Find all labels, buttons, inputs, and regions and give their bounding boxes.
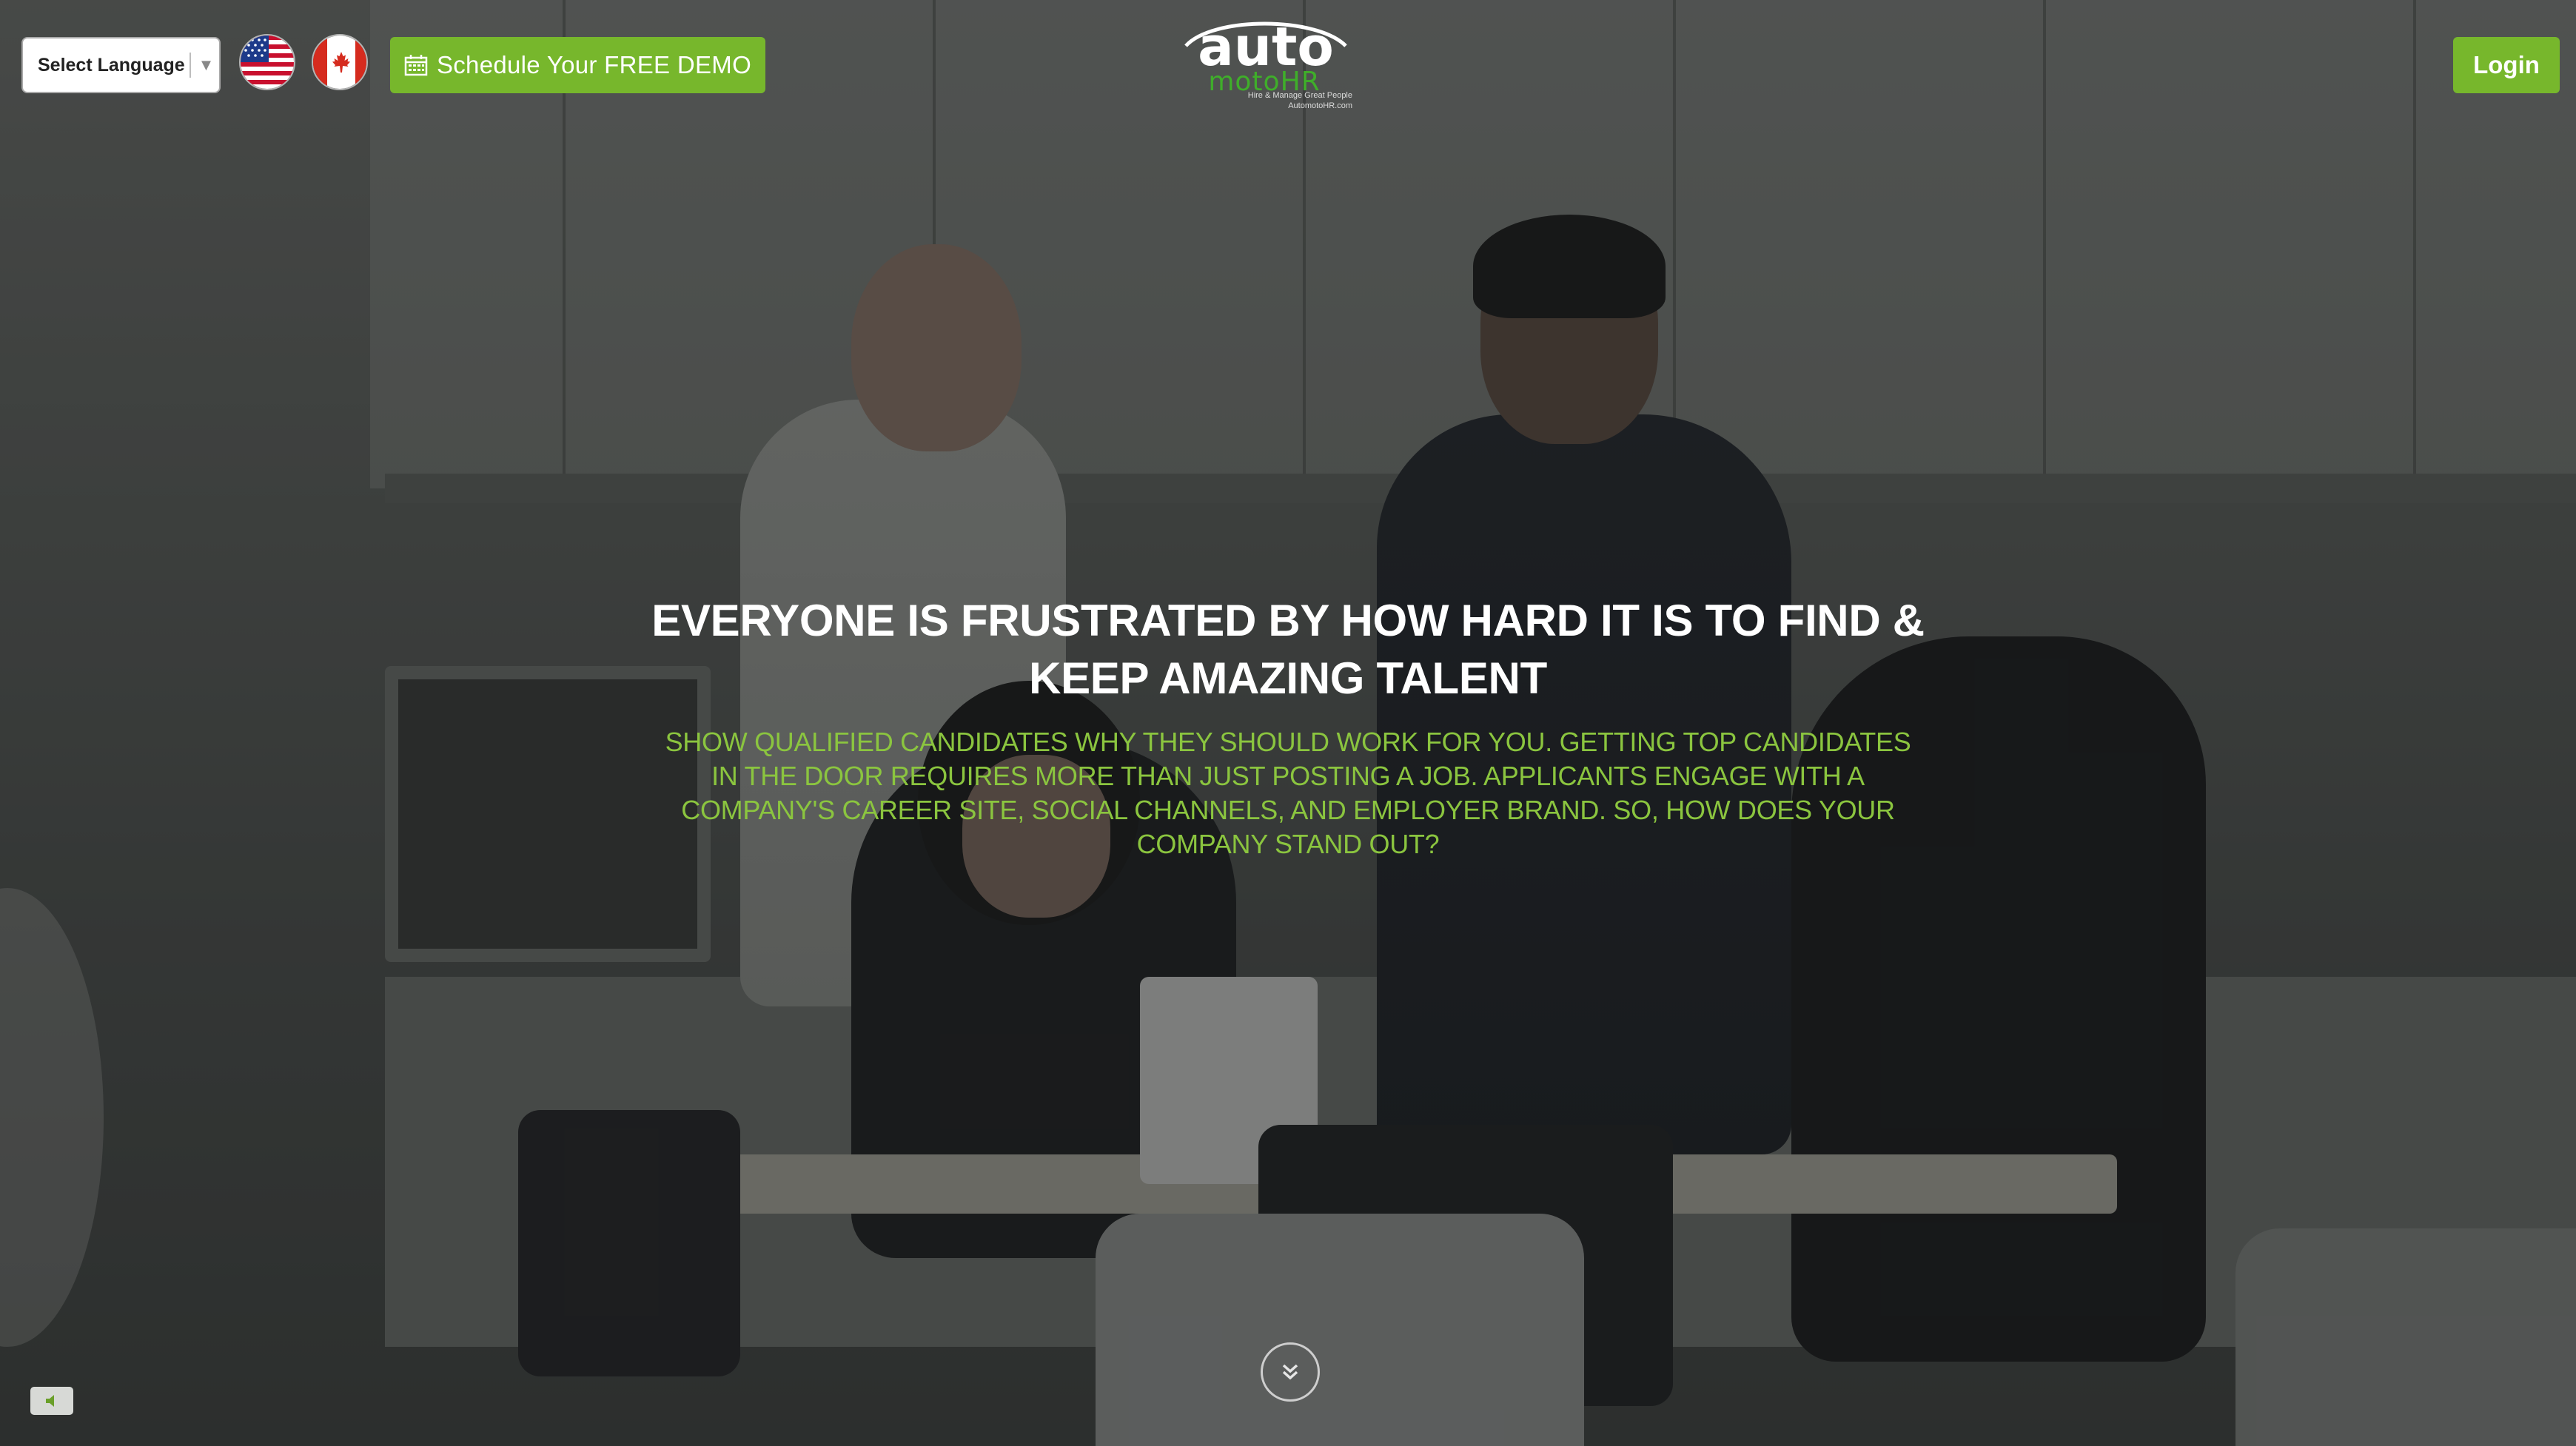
logo-tagline-2: AutomotoHR.com [1288, 101, 1352, 110]
login-button[interactable]: Login [2453, 37, 2560, 93]
hero-subtitle: SHOW QUALIFIED CANDIDATES WHY THEY SHOUL… [665, 727, 1911, 859]
us-flag-icon[interactable] [239, 34, 295, 90]
chevron-down-icon: ▼ [198, 56, 215, 74]
calendar-icon [404, 55, 428, 76]
logo-tagline-1: Hire & Manage Great People [1247, 91, 1352, 100]
language-select-label: Select Language [38, 54, 185, 75]
hero-title: EVERYONE IS FRUSTRATED BY HOW HARD IT IS… [651, 596, 1925, 703]
scroll-down-button[interactable] [1261, 1342, 1320, 1402]
canada-flag-icon[interactable] [312, 34, 368, 90]
language-select-divider [189, 53, 191, 78]
language-select[interactable]: Select Language ▼ [21, 37, 221, 93]
sound-toggle-button[interactable] [30, 1387, 73, 1415]
double-chevron-down-icon [1282, 1364, 1298, 1380]
speaker-icon [46, 1395, 54, 1407]
login-label: Login [2473, 51, 2540, 78]
logo-tagline: Hire & Manage Great People AutomotoHR.co… [1181, 90, 1352, 111]
dark-overlay [0, 0, 2576, 1446]
schedule-demo-button[interactable]: Schedule Your FREE DEMO [390, 37, 765, 93]
schedule-demo-label: Schedule Your FREE DEMO [436, 51, 752, 78]
